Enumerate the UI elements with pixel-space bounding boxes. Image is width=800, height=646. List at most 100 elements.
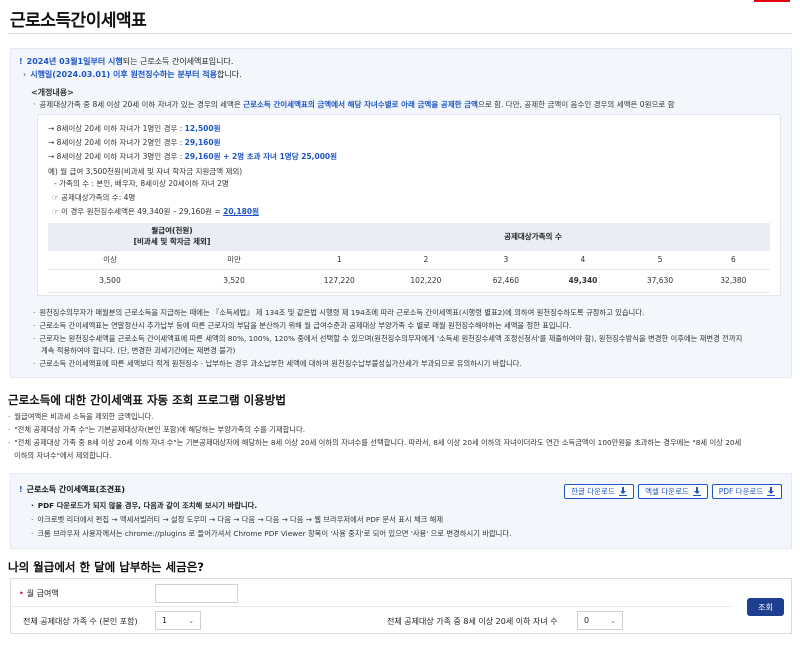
result-text: ☞ 이 경우 원천징수세액은 49,340원 – 29,160원 = [52,207,224,216]
rule-2-text: → 8세이상 20세 이하 자녀가 2명인 경우 : [48,138,185,147]
salary-label-text: 월 급여액 [26,589,59,598]
download-help-line: · 아크로벳 리더에서 편집 → 액세서빌러티 → 설정 도우미 → 다음 → 다… [31,515,443,525]
rule-2-amount: 29,160원 [184,138,221,147]
notice-line-2: › 시행일(2024.03.01) 이후 원천징수하는 분부터 적용합니다. [23,69,242,80]
salary-label: • 월 급여액 [19,588,59,599]
bullet-icon: · [8,425,11,434]
rule-1-text: → 8세이상 20세 이하 자녀가 1명인 경우 : [48,124,185,133]
notice-line-1: ! 2024년 03월1일부터 시행되는 근로소득 간이세액표입니다. [19,56,233,67]
table-subheader: 미만 [172,250,296,270]
note-item: · 원천징수의무자가 매월분의 근로소득을 지급하는 때에는 『소득세법』 제 1… [33,307,773,318]
salary-header: 월급여(천원) [비과세 및 학자금 제외] [48,223,296,251]
download-title: ! 근로소득 간이세액표(조견표) [19,484,125,495]
rule-2: → 8세이상 20세 이하 자녀가 2명인 경우 : 29,160원 [48,137,221,148]
tax-example-table: 월급여(천원) [비과세 및 학자금 제외] 공제대상가족의 수 이상 미만 1 … [48,223,770,293]
bullet-icon: · [8,438,11,447]
excel-download-label: 엑셀 다운로드 [645,487,689,496]
bullet-icon: · [8,412,11,421]
table-cell-highlight: 49,340 [542,269,624,293]
hwp-download-label: 한글 다운로드 [571,487,615,496]
usage-item: · "전체 공제대상 가족 중 8세 이상 20세 이하 자녀 수"는 기본공제대… [8,437,788,448]
salary-header-sub: [비과세 및 학자금 제외] [133,237,211,247]
bullet-icon: · [33,308,36,317]
download-icon [618,487,627,496]
chevron-down-icon: ⌄ [188,616,194,625]
notice-line-1-text: 되는 근로소득 간이세액표입니다. [122,57,234,66]
excel-download-button[interactable]: 엑셀 다운로드 [638,484,708,499]
chevron-down-icon: ⌄ [610,616,616,625]
bullet-icon: · [33,334,36,343]
table-subheader: 6 [696,250,770,270]
chevron-right-icon: › [23,70,27,79]
table-cell: 102,220 [382,269,470,293]
title-divider [8,33,792,34]
note-text: 원천징수의무자가 매월분의 근로소득을 지급하는 때에는 『소득세법』 제 13… [39,308,645,317]
table-cell: 32,380 [696,269,770,293]
bullet-icon: · [31,529,34,538]
children-count-value: 0 [584,616,590,625]
search-button[interactable]: 조회 [747,598,784,616]
notice-apply-date: 시행일(2024.03.01) 이후 원천징수하는 분부터 적용 [30,70,218,79]
brand-red-mark [754,0,790,2]
calculator-form: • 월 급여액 전체 공제대상 가족 수 (본인 포함) 1 ⌄ 전체 공제대상 … [10,578,792,634]
rule-1-amount: 12,500원 [184,124,221,133]
revision-text-highlight: 근로소득 간이세액표의 금액에서 해당 자녀수별로 아래 금액을 공제한 금액 [243,100,478,109]
download-help-line: · 크롬 브라우저 사용자께서는 chrome://plugins 로 들어가셔서… [31,529,511,539]
table-header-row: 월급여(천원) [비과세 및 학자금 제외] 공제대상가족의 수 [48,223,770,251]
usage-item: · 월급여액은 비과세 소득을 제외한 금액입니다. [8,411,788,422]
rule-3-text: → 8세이상 20세 이하 자녀가 3명인 경우 : [48,152,185,161]
salary-input[interactable] [155,584,238,603]
bullet-icon: · [31,515,34,524]
usage-text: "전체 공제대상 가족 중 8세 이상 20세 이하 자녀 수"는 기본공제대상… [14,438,742,447]
page-title: 근로소득간이세액표 [10,11,147,31]
exclamation-icon: ! [19,57,23,66]
download-panel: ! 근로소득 간이세액표(조견표) · PDF 다운로드가 되지 않을 경우, 다음… [10,473,792,549]
required-marker-icon: • [19,589,24,598]
table-subheader: 1 [296,250,383,270]
note-item: · 근로소득 간이세액표에 따른 세액보다 적게 원천징수 · 납부하는 경우 과… [33,358,773,369]
result-line: ☞ 이 경우 원천징수세액은 49,340원 – 29,160원 = 20,18… [52,206,259,217]
note-text: 근로소득 간이세액표는 연말정산시 추가납부 등에 따른 근로자의 부담을 분산… [39,321,572,330]
revision-text-2: 으로 함. 다만, 공제한 금액이 음수인 경우의 세액은 0원으로 함 [477,100,675,109]
notice-effective-date: 2024년 03월1일부터 시행 [26,57,123,66]
notice-panel: ! 2024년 03월1일부터 시행되는 근로소득 간이세액표입니다. › 시행일(… [10,48,792,378]
pdf-download-label: PDF 다운로드 [718,487,764,496]
note-item: · 근로자는 원천징수세액을 근로소득 간이세액표에 따른 세액의 80%, 10… [33,333,773,344]
table-subheader: 5 [623,250,697,270]
pdf-download-button[interactable]: PDF 다운로드 [712,484,782,499]
salary-row: • 월 급여액 [11,579,731,607]
usage-text: 월급여액은 비과세 소득을 제외한 금액입니다. [14,412,154,421]
calculator-title: 나의 월급에서 한 달에 납부하는 세금은? [8,560,204,574]
download-icon [692,487,701,496]
table-subheader: 이상 [48,250,172,270]
table-subheader: 3 [469,250,543,270]
table-row: 3,500 3,520 127,220 102,220 62,460 49,34… [48,269,770,293]
hwp-download-button[interactable]: 한글 다운로드 [564,484,634,499]
family-header: 공제대상가족의 수 [296,223,770,251]
download-help-text: PDF 다운로드가 되지 않을 경우, 다음과 같이 조치해 보시기 바랍니다. [37,501,258,510]
table-cell: 37,630 [623,269,697,293]
download-title-text: 근로소득 간이세액표(조견표) [26,485,126,494]
rule-1: → 8세이상 20세 이하 자녀가 1명인 경우 : 12,500원 [48,123,221,134]
table-cell: 62,460 [469,269,543,293]
table-subheader-row: 이상 미만 1 2 3 4 5 6 [48,250,770,270]
note-text: 근로소득 간이세액표에 따른 세액보다 적게 원천징수 · 납부하는 경우 과소… [39,359,522,368]
rule-3: → 8세이상 20세 이하 자녀가 3명인 경우 : 29,160원 + 2명 … [48,151,337,162]
example-line: 예) 월 급여 3,500천원(비과세 및 자녀 학자금 지원금액 제외) [48,167,243,176]
note-item: · 근로소득 간이세액표는 연말정산시 추가납부 등에 따른 근로자의 부담을 분… [33,320,773,331]
download-help-text: 크롬 브라우저 사용자께서는 chrome://plugins 로 들어가셔서 … [37,529,512,538]
family-count-select[interactable]: 1 ⌄ [155,611,201,630]
revision-heading: <개정내용> [31,88,74,97]
exclamation-icon: ! [19,485,23,494]
note-text: 근로자는 원천징수세액을 근로소득 간이세액표에 따른 세액의 80%, 100… [39,334,743,343]
download-help-text: 아크로벳 리더에서 편집 → 액세서빌러티 → 설정 도우미 → 다음 → 다음… [37,515,444,524]
family-line: - 가족의 수 : 본인, 배우자, 8세이상 20세이하 자녀 2명 [54,179,229,188]
table-subheader: 4 [542,250,624,270]
family-count-value: 1 [162,616,168,625]
table-cell: 3,520 [172,269,296,293]
children-count-select[interactable]: 0 ⌄ [577,611,623,630]
table-cell: 127,220 [296,269,383,293]
usage-text: "전체 공제대상 가족 수"는 기본공제대상자(본인 포함)에 해당하는 부양가… [14,425,306,434]
revision-bullet: · 공제대상가족 중 8세 이상 20세 이하 자녀가 있는 경우의 세액은 근로… [33,99,675,110]
rule-3-amount: 29,160원 + 2명 초과 자녀 1명당 25,000원 [184,152,338,161]
